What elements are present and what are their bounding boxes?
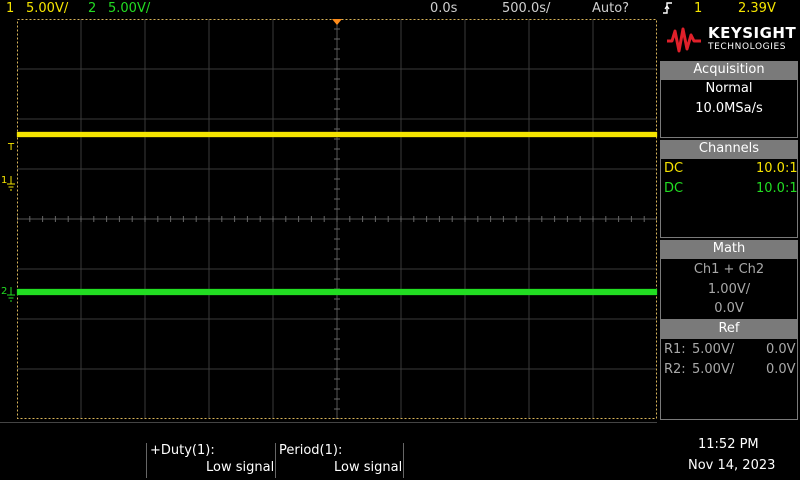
ref-r1-name: R1: (664, 342, 686, 357)
acquisition-header[interactable]: Acquisition (660, 61, 798, 79)
ref-r2-scale: 5.00V/ (692, 362, 735, 377)
brand-name: KEYSIGHT (708, 24, 797, 42)
time-delay[interactable]: 0.0s (430, 0, 457, 18)
ch1-coupling: DC (664, 161, 684, 176)
ch1-ground-icon (7, 176, 15, 191)
ch1-scale[interactable]: 5.00V/ (26, 0, 68, 18)
sample-rate: 10.0MSa/s (695, 101, 763, 116)
ch2-coupling: DC (664, 181, 684, 196)
meas-duty-value: Low signal (206, 460, 275, 475)
ch1-number[interactable]: 1 (6, 0, 14, 18)
math-offset: 0.0V (714, 301, 744, 316)
keysight-wave-icon (667, 27, 701, 53)
rising-edge-icon (662, 0, 674, 22)
waveform-display[interactable] (17, 19, 657, 419)
meas-period-value: Low signal (334, 460, 403, 475)
ch1-trace (17, 132, 657, 137)
meas-period-label[interactable]: Period(1): (279, 443, 342, 459)
status-bar: 1 5.00V/ 2 5.00V/ 0.0s 500.0s/ Auto? 1 2… (0, 0, 800, 18)
clock-date: Nov 14, 2023 (688, 458, 776, 473)
ref-r1-offset: 0.0V (766, 342, 796, 357)
keysight-logo: KEYSIGHT TECHNOLOGIES (662, 21, 798, 59)
time-scale[interactable]: 500.0s/ (502, 0, 550, 18)
brand-sub: TECHNOLOGIES (708, 42, 787, 52)
ref-r2-offset: 0.0V (766, 362, 796, 377)
meas-duty-label[interactable]: +Duty(1): (150, 443, 215, 459)
ref-r2-name: R2: (664, 362, 686, 377)
graticule (17, 19, 657, 419)
ch2-scale[interactable]: 5.00V/ (108, 0, 150, 18)
meas-separator (275, 443, 276, 478)
trigger-position-marker[interactable] (332, 19, 342, 26)
ref-header[interactable]: Ref (660, 320, 798, 338)
trigger-level[interactable]: 2.39V (738, 0, 776, 18)
math-expression: Ch1 + Ch2 (693, 262, 765, 277)
meas-separator (403, 443, 404, 478)
ref-r1-scale: 5.00V/ (692, 342, 735, 357)
math-scale: 1.00V/ (707, 282, 751, 297)
ch2-ground-icon (7, 287, 15, 302)
meas-separator (146, 443, 147, 478)
trigger-level-marker[interactable]: T (8, 143, 14, 153)
bottom-divider (0, 422, 657, 423)
ch1-probe: 10.0:1 (756, 161, 798, 176)
trigger-mode[interactable]: Auto? (592, 0, 629, 18)
trigger-source[interactable]: 1 (694, 0, 702, 18)
channels-header[interactable]: Channels (660, 140, 798, 158)
ch2-trace (17, 289, 657, 295)
ch2-probe: 10.0:1 (756, 181, 798, 196)
ch2-number[interactable]: 2 (88, 0, 96, 18)
math-header[interactable]: Math (660, 240, 798, 258)
clock-time: 11:52 PM (698, 437, 759, 452)
acquisition-mode: Normal (705, 81, 753, 96)
